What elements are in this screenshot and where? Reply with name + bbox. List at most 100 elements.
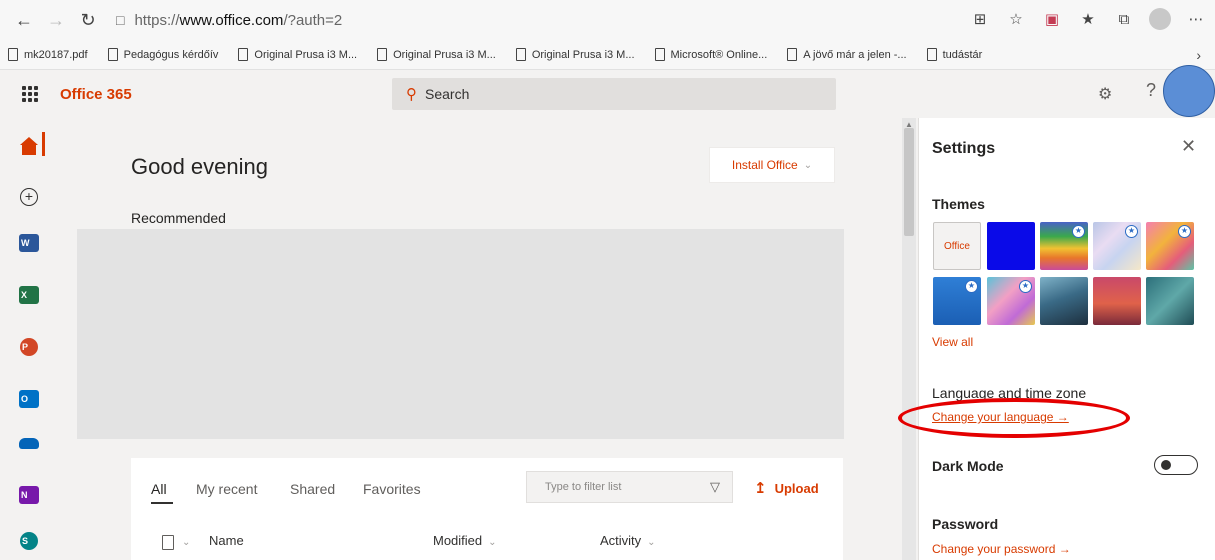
page-icon [107,48,118,61]
onenote-icon[interactable]: N [18,484,40,506]
sharepoint-icon[interactable]: S [18,530,40,552]
search-icon: ⚲ [406,86,417,103]
bookmark-item[interactable]: A jövő már a jelen -... [787,48,907,61]
bookmark-item[interactable]: mk20187.pdf [8,48,88,61]
word-icon[interactable]: W [18,232,40,254]
filter-icon: ▽ [710,479,720,494]
install-office-label: Install Office [731,158,798,172]
favorites-icon[interactable]: ★ [1077,6,1099,32]
url-host: www.office.com [179,11,284,29]
recommended-heading: Recommended [131,210,226,226]
search-input[interactable]: ⚲ Search [392,78,836,110]
page-icon [654,48,665,61]
search-placeholder: Search [425,86,470,102]
theme-blue[interactable] [987,222,1035,270]
filter-input[interactable]: Type to filter list ▽ [526,471,733,503]
theme-collage[interactable]: ★ [987,277,1035,325]
browser-toolbar: ⊞ ☆ ▣ ★ ⧉ ⋯ [969,6,1207,32]
url-path: /?auth=2 [283,11,343,29]
theme-circuit[interactable] [1146,277,1194,325]
chevron-right-icon[interactable]: › [1196,47,1201,63]
greeting-heading: Good evening [131,154,268,179]
bookmark-item[interactable]: tudástár [926,48,982,61]
page-icon [238,48,249,61]
close-icon[interactable]: ✕ [1181,136,1196,157]
active-tab-indicator [151,502,173,504]
browser-address-bar: ← → ↻ □ https://www.office.com/?auth=2 ⊞… [0,0,1215,40]
dark-mode-label: Dark Mode [932,458,1004,474]
outlook-icon[interactable]: O [18,388,40,410]
theme-mountain[interactable] [1040,277,1088,325]
themes-heading: Themes [932,196,985,212]
dark-mode-toggle[interactable] [1154,455,1198,475]
upload-button[interactable]: ↥ Upload [754,479,819,497]
more-icon[interactable]: ⋯ [1185,6,1207,32]
tab-my-recent[interactable]: My recent [196,481,257,497]
column-header-modified[interactable]: Modified ⌄ [433,533,497,548]
chevron-down-icon[interactable]: ⌄ [182,537,190,548]
onedrive-icon[interactable] [18,432,40,454]
change-password-link[interactable]: Change your password → [932,542,1071,556]
url-field[interactable]: □ https://www.office.com/?auth=2 [116,6,342,34]
annotation-ellipse [898,398,1130,438]
bookmark-item[interactable]: Original Prusa i3 M... [238,48,357,61]
help-icon[interactable]: ? [1146,80,1156,101]
star-icon: ★ [1072,225,1085,238]
powerpoint-icon[interactable]: P [18,336,40,358]
refresh-icon[interactable]: ↻ [72,6,104,34]
theme-blueprint[interactable]: ★ [933,277,981,325]
bookmarks-bar: mk20187.pdf Pedagógus kérdőív Original P… [0,40,1215,70]
chevron-down-icon: ⌄ [488,537,497,548]
annotation-circle [1163,65,1215,117]
back-icon[interactable]: ← [8,6,40,34]
theme-floral[interactable]: ★ [1146,222,1194,270]
create-icon[interactable]: + [18,186,40,208]
home-icon[interactable] [18,135,40,157]
bookmark-item[interactable]: Pedagógus kérdőív [107,48,218,61]
brand-title[interactable]: Office 365 [60,86,132,103]
column-header-name[interactable]: Name [209,533,244,548]
pocket-icon[interactable]: ▣ [1041,6,1063,32]
scrollbar-thumb[interactable] [904,128,914,236]
theme-sunset[interactable] [1093,277,1141,325]
gear-icon[interactable]: ⚙ [1098,84,1112,104]
install-office-button[interactable]: Install Office ⌄ [709,147,835,183]
profile-icon[interactable] [1149,6,1171,32]
office-header: Office 365 ⚲ Search ⚙ ? [0,70,1215,118]
page-icon [787,48,798,61]
upload-icon: ↥ [754,480,767,497]
rail-active-indicator [42,132,45,156]
page-icon [926,48,937,61]
file-type-icon [162,535,174,550]
tab-favorites[interactable]: Favorites [363,481,421,497]
upload-label: Upload [774,480,819,496]
star-icon: ★ [965,280,978,293]
lock-icon: □ [116,12,125,28]
favorite-add-icon[interactable]: ☆ [1005,6,1027,32]
tab-all[interactable]: All [151,481,167,497]
bookmark-item[interactable]: Original Prusa i3 M... [377,48,496,61]
page-icon [8,48,18,61]
recommended-area [77,229,844,439]
excel-icon[interactable]: X [18,284,40,306]
view-all-themes-link[interactable]: View all [932,335,973,349]
theme-pastel[interactable]: ★ [1093,222,1141,270]
password-heading: Password [932,516,999,532]
column-header-activity[interactable]: Activity ⌄ [600,533,656,548]
page-icon [377,48,388,61]
bookmark-item[interactable]: Original Prusa i3 M... [515,48,635,61]
grid-icon[interactable]: ⊞ [969,6,991,32]
star-icon: ★ [1178,225,1191,238]
theme-office[interactable]: Office [933,222,981,270]
star-icon: ★ [1019,280,1032,293]
filter-placeholder: Type to filter list [545,481,622,493]
collections-icon[interactable]: ⧉ [1113,6,1135,32]
settings-title: Settings [932,140,996,157]
theme-rainbow[interactable]: ★ [1040,222,1088,270]
chevron-down-icon: ⌄ [647,537,656,548]
chevron-down-icon: ⌄ [803,159,813,171]
bookmark-item[interactable]: Microsoft® Online... [654,48,767,61]
tab-shared[interactable]: Shared [290,481,335,497]
app-launcher-icon[interactable] [22,86,38,102]
forward-icon[interactable]: → [40,6,72,34]
